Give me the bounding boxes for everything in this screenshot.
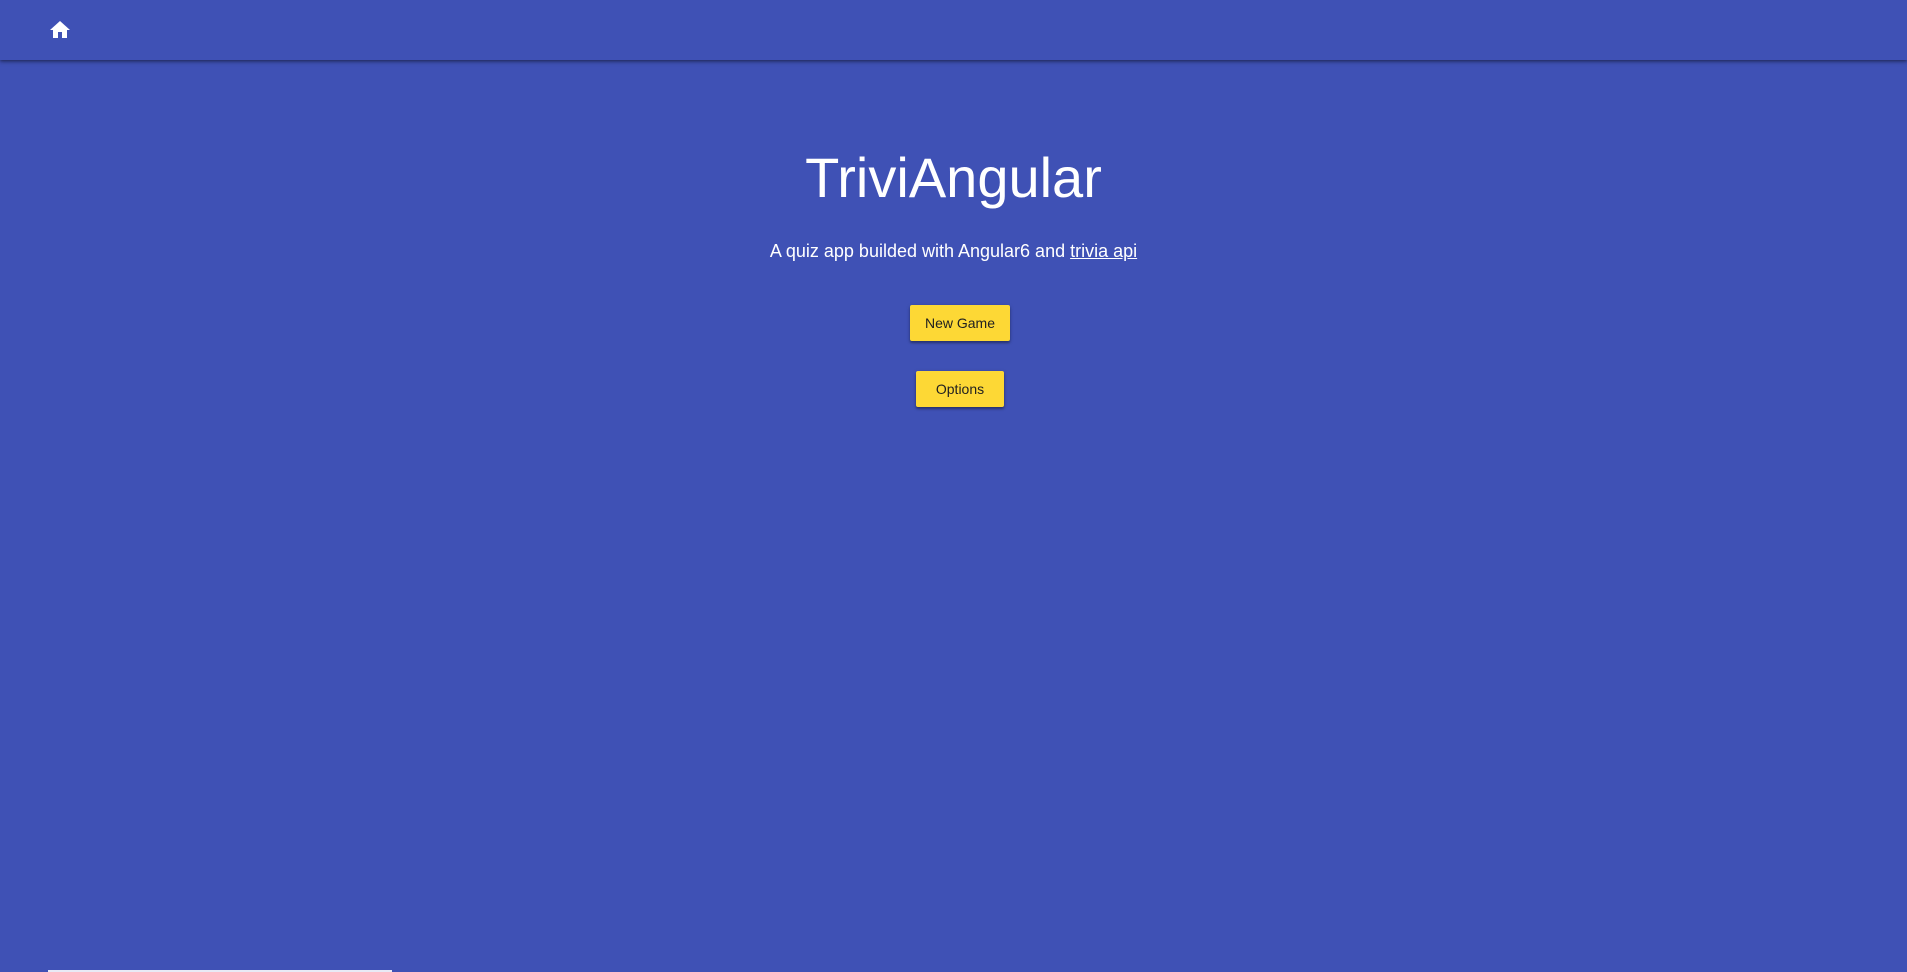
page-title: TriviAngular <box>805 146 1102 209</box>
top-toolbar <box>0 0 1907 60</box>
subtitle-text: A quiz app builded with Angular6 and <box>769 241 1071 261</box>
page-subtitle: A quiz app builded with Angular6 and tri… <box>0 239 1907 263</box>
new-game-button[interactable]: New Game <box>910 305 1010 341</box>
trivia-api-link[interactable]: trivia api <box>1070 241 1137 261</box>
home-icon <box>48 18 72 42</box>
options-button[interactable]: Options <box>916 371 1004 407</box>
home-page: TriviAngular A quiz app builded with Ang… <box>0 60 1907 972</box>
home-button[interactable] <box>38 10 82 50</box>
